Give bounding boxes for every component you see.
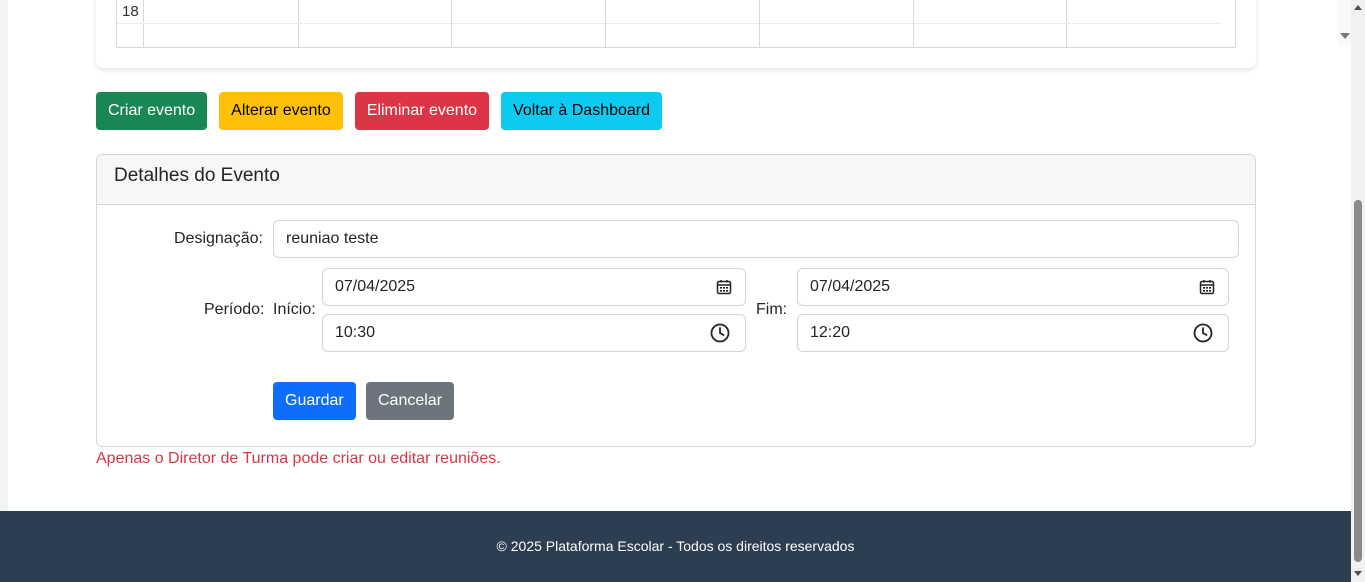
day-column-divider — [605, 0, 606, 48]
permission-error-message: Apenas o Diretor de Turma pode criar ou … — [96, 450, 501, 467]
end-label: Fim: — [756, 301, 788, 318]
scroll-down-arrow-icon[interactable] — [1340, 33, 1350, 39]
start-date-value: 07/04/2025 — [335, 278, 416, 295]
start-label: Início: — [273, 301, 316, 318]
event-actions: Criar evento Alterar evento Eliminar eve… — [96, 92, 663, 130]
hour-label-empty — [117, 24, 144, 47]
start-time-value: 10:30 — [335, 324, 376, 341]
event-details-card: Detalhes do Evento Designação: reuniao t… — [96, 154, 1256, 447]
create-event-button[interactable]: Criar evento — [96, 92, 208, 130]
designation-label: Designação: — [174, 230, 263, 247]
footer: © 2025 Plataforma Escolar - Todos os dir… — [0, 511, 1351, 582]
scrollbar-thumb[interactable] — [1354, 200, 1362, 562]
clock-icon[interactable] — [710, 323, 730, 343]
clock-icon[interactable] — [1193, 323, 1213, 343]
cancel-button[interactable]: Cancelar — [366, 382, 455, 420]
end-time-value: 12:20 — [810, 324, 851, 341]
designation-input[interactable]: reuniao teste — [273, 220, 1239, 258]
calendar-row: 18 — [117, 0, 1221, 24]
day-column-divider — [913, 0, 914, 48]
start-time-input[interactable]: 10:30 — [322, 314, 746, 352]
back-to-dashboard-button[interactable]: Voltar à Dashboard — [501, 92, 663, 130]
scroll-down-arrow-icon[interactable] — [1354, 571, 1362, 576]
period-label: Período: — [204, 301, 265, 318]
page-scrollbar[interactable] — [1351, 0, 1365, 582]
day-column-divider — [1066, 0, 1067, 48]
calendar-scrollbar[interactable] — [1337, 0, 1352, 47]
end-time-input[interactable]: 12:20 — [797, 314, 1229, 352]
end-date-value: 07/04/2025 — [810, 278, 891, 295]
delete-event-button[interactable]: Eliminar evento — [354, 92, 490, 130]
calendar-icon[interactable] — [715, 278, 733, 296]
start-date-input[interactable]: 07/04/2025 — [322, 268, 746, 306]
footer-text: © 2025 Plataforma Escolar - Todos os dir… — [496, 538, 855, 554]
scroll-up-arrow-icon[interactable] — [1354, 5, 1362, 10]
event-details-title: Detalhes do Evento — [97, 155, 1255, 205]
calendar-icon[interactable] — [1198, 278, 1216, 296]
page: 18 Criar evento Alterar evento Eliminar … — [0, 0, 1352, 582]
day-column-divider — [451, 0, 452, 48]
calendar-grid[interactable]: 18 — [116, 0, 1352, 48]
hour-label: 18 — [117, 0, 144, 23]
save-button[interactable]: Guardar — [273, 382, 356, 420]
calendar-row — [117, 24, 1221, 47]
end-date-input[interactable]: 07/04/2025 — [797, 268, 1229, 306]
day-column-divider — [298, 0, 299, 48]
day-column-divider — [759, 0, 760, 48]
edit-event-button[interactable]: Alterar evento — [219, 92, 343, 130]
